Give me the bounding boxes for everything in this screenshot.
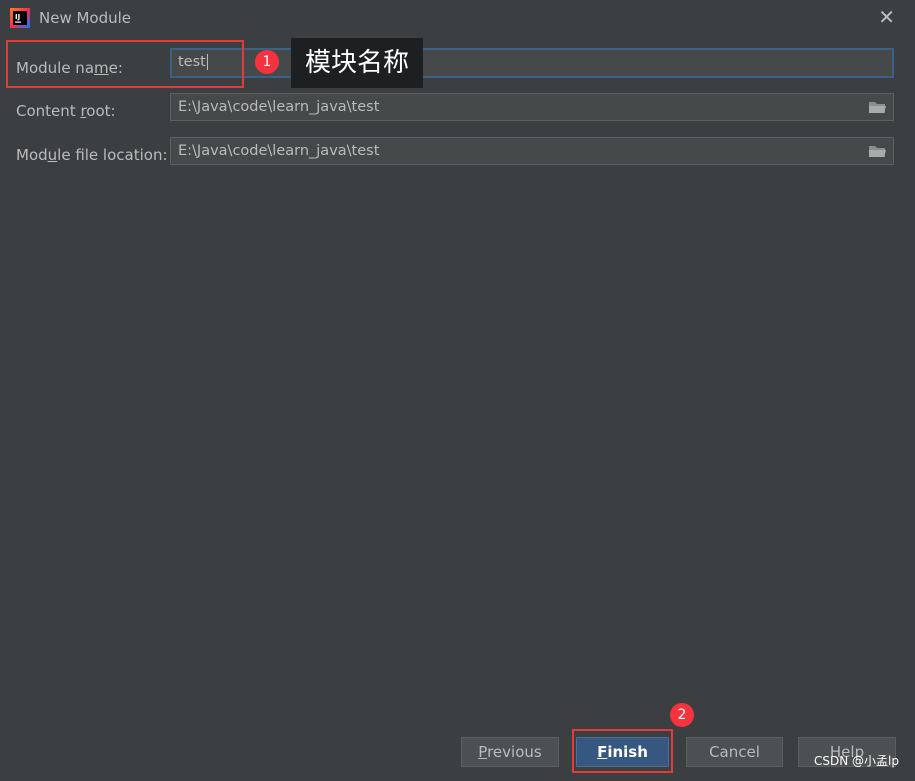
- window-title: New Module: [39, 9, 132, 27]
- title-bar: IJ New Module ✕: [0, 0, 915, 36]
- close-icon[interactable]: ✕: [878, 7, 895, 27]
- previous-button[interactable]: Previous: [461, 737, 559, 767]
- module-file-location-label: Module file location:: [16, 146, 168, 164]
- annotation-badge-1: 1: [255, 50, 279, 74]
- annotation-tooltip: 模块名称: [291, 38, 423, 88]
- folder-icon[interactable]: [868, 100, 886, 114]
- watermark: CSDN @小孟lp: [814, 754, 899, 768]
- folder-icon[interactable]: [868, 144, 886, 158]
- module-file-location-input[interactable]: E:\Java\code\learn_java\test: [170, 137, 894, 165]
- content-root-label: Content root:: [16, 102, 116, 120]
- annotation-badge-2: 2: [670, 703, 694, 727]
- highlight-module-name: [6, 40, 244, 88]
- finish-button[interactable]: Finish: [576, 737, 669, 767]
- cancel-button[interactable]: Cancel: [686, 737, 783, 767]
- intellij-app-icon: IJ: [10, 8, 30, 28]
- svg-text:IJ: IJ: [15, 13, 20, 21]
- content-root-input[interactable]: E:\Java\code\learn_java\test: [170, 93, 894, 121]
